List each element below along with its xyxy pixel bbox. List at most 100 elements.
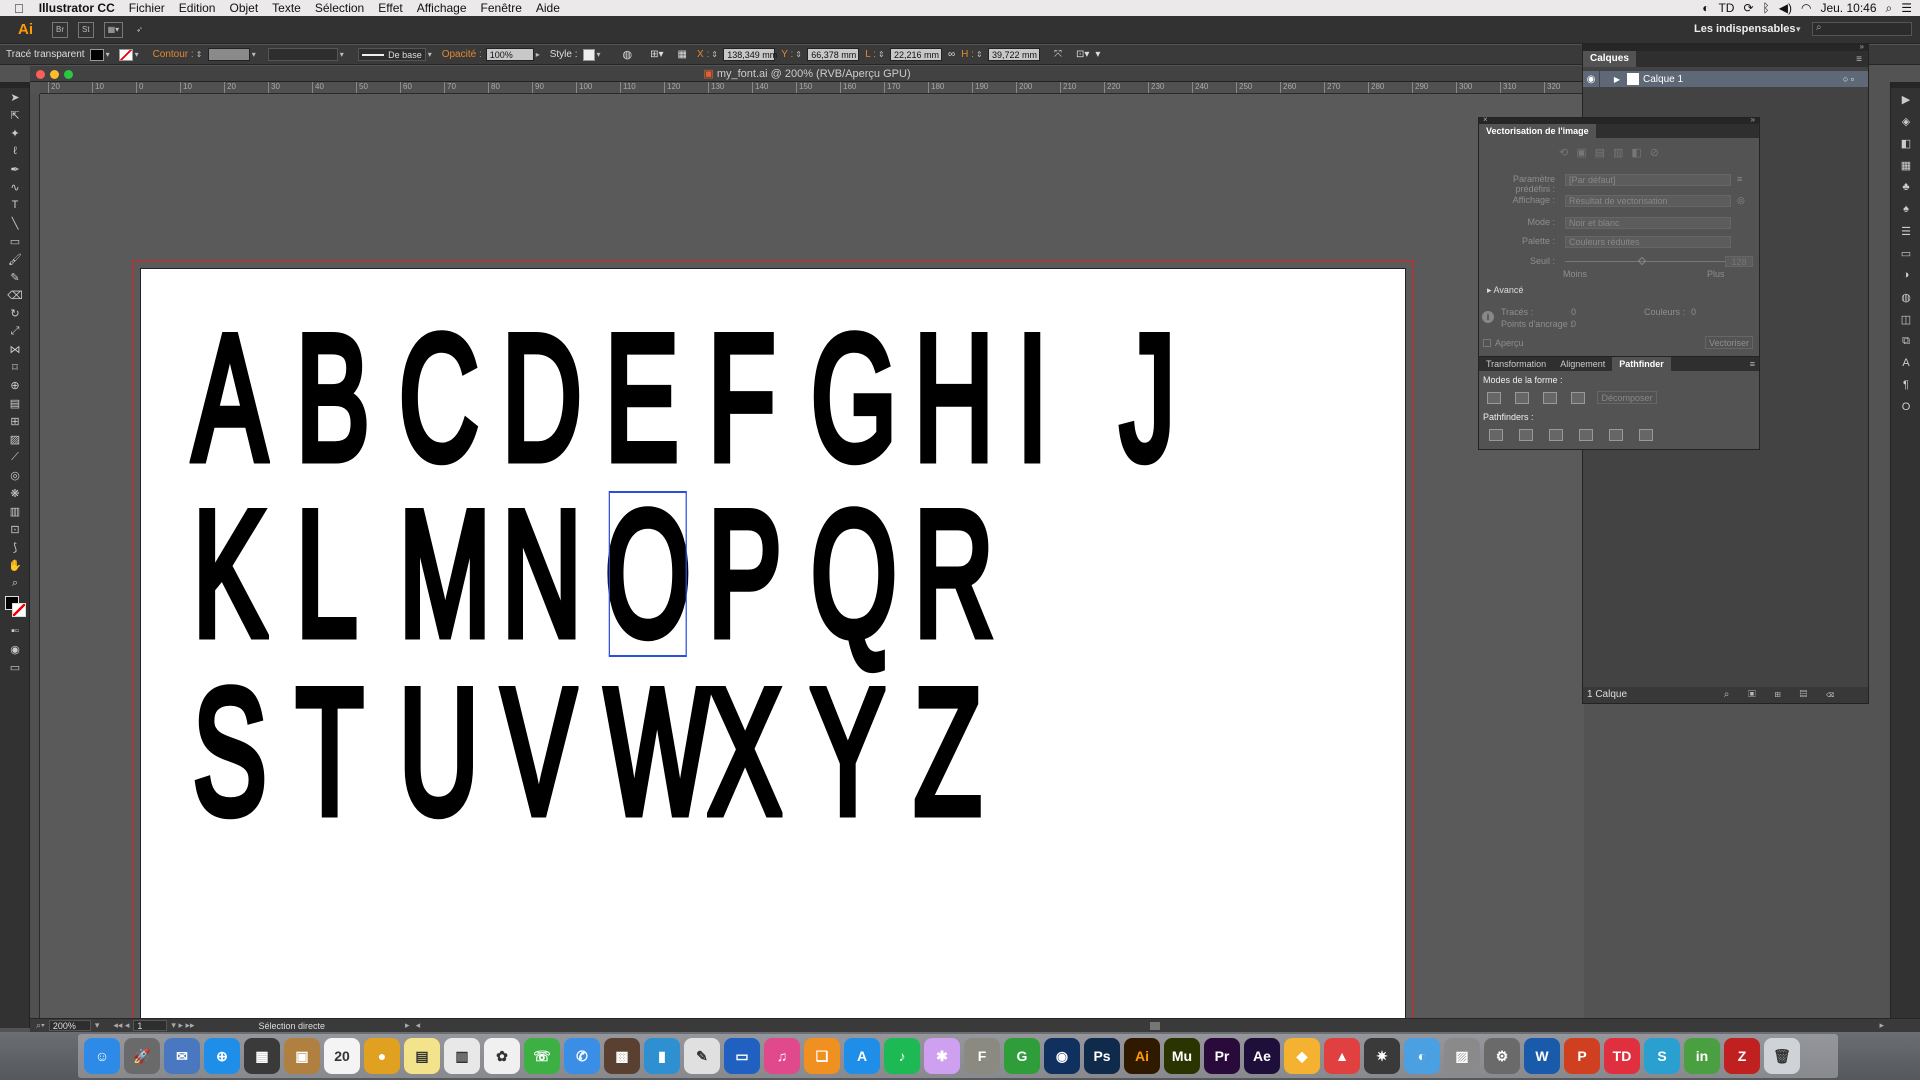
y-stepper-icon[interactable]: ⇕ [795,50,803,59]
slice-tool-icon[interactable]: ⟆ [0,538,30,556]
vertical-ruler[interactable] [30,94,40,1018]
width-tool-icon[interactable]: ⋈ [0,340,30,358]
display-select[interactable]: Résultat de vectorisation [1565,195,1731,207]
y-field[interactable]: 66,378 mm [807,48,860,61]
height-stepper-icon[interactable]: ⇕ [976,50,984,59]
glyph[interactable]: T [293,658,366,845]
glyph[interactable]: V [499,658,578,845]
stroke-weight-dropdown-icon[interactable]: ▾ [252,50,260,59]
dock-app-icon[interactable]: ⊕ [204,1038,240,1074]
stroke-color-icon[interactable] [12,603,26,617]
layer-name[interactable]: Calque 1 [1643,74,1683,85]
threshold-field[interactable]: 128 [1725,256,1753,267]
glyph[interactable]: D [499,304,584,491]
dock-app-icon[interactable]: ◆ [1284,1038,1320,1074]
blend-tool-icon[interactable]: ◎ [0,466,30,484]
lasso-tool-icon[interactable]: ℓ [0,142,30,160]
horizontal-scrollbar-thumb[interactable] [1150,1022,1160,1030]
dock-app-icon[interactable]: ✱ [924,1038,960,1074]
transform-icon[interactable]: ⤧ [1054,49,1062,60]
glyph[interactable]: Y [808,658,887,845]
scroll-left-icon[interactable]: ◂ [416,1020,421,1031]
symbol-sprayer-tool-icon[interactable]: ❋ [0,484,30,502]
dock-app-icon[interactable]: ▮ [644,1038,680,1074]
isolate-group-icon[interactable]: ⊡▾ [1076,49,1089,60]
glyph[interactable]: I [1014,304,1050,491]
menu-edition[interactable]: Edition [172,1,223,15]
dock-app-icon[interactable]: W [1524,1038,1560,1074]
character-icon[interactable]: A [1891,352,1920,374]
navigator-icon[interactable]: ▶ [1891,88,1920,110]
collapse-panel-icon[interactable]: » [1860,42,1864,51]
stock-button[interactable]: St [78,21,94,38]
transparency-icon[interactable]: ◑ [1891,264,1920,286]
rectangle-tool-icon[interactable]: ▭ [0,232,30,250]
sync-icon[interactable]: ⟳ [1743,1,1753,15]
dock-app-icon[interactable]: ✎ [684,1038,720,1074]
menu-fichier[interactable]: Fichier [122,1,172,15]
tab-image-trace[interactable]: Vectorisation de l'image [1479,124,1596,138]
horizontal-ruler[interactable]: 20 10 0 10 20 30 40 50 60 70 80 90 100 110 120 130 140 15… [40,82,1584,94]
stroke-swatch[interactable] [118,48,133,61]
glyph[interactable]: P [705,480,784,667]
close-panel-icon[interactable]: × [1483,115,1488,124]
fill-dropdown-icon[interactable]: ▾ [106,50,114,59]
apple-menu-icon[interactable]:  [0,1,32,16]
artboard-nav-next-icon[interactable]: ▾ ▸ ▸▸ [171,1020,194,1031]
type-tool-icon[interactable]: T [0,196,30,214]
dock-app-icon[interactable]: Mu [1164,1038,1200,1074]
dock-app-icon[interactable]: 🗑 [1764,1038,1800,1074]
layers-panel-grip[interactable]: » [1583,42,1868,51]
control-panel-menu-icon[interactable]: ▾ [1095,49,1100,60]
dock-app-icon[interactable]: ▨ [1444,1038,1480,1074]
trace-button[interactable]: Vectoriser [1705,336,1753,349]
direct-selection-tool-icon[interactable]: ⇱ [0,106,30,124]
dock-app-icon[interactable]: ▲ [1324,1038,1360,1074]
menu-affichage[interactable]: Affichage [410,1,474,15]
layers-footer-actions[interactable]: ⌕ ▣ ⊞ ▤ ⌫ [1724,687,1842,703]
dock-app-icon[interactable]: ◉ [1044,1038,1080,1074]
eyedropper-tool-icon[interactable]: ⟋ [0,448,30,466]
adobe-cc-icon[interactable]: ◐ [1702,1,1709,15]
minus-front-icon[interactable] [1515,392,1529,404]
dock-app-icon[interactable]: ▣ [284,1038,320,1074]
dock-app-icon[interactable]: ▭ [724,1038,760,1074]
shape-builder-tool-icon[interactable]: ⊕ [0,376,30,394]
paintbrush-tool-icon[interactable]: 🖌 [0,250,30,268]
arrange-documents-icon[interactable]: ▦▾ [103,21,124,38]
glyph[interactable]: B [293,304,372,491]
notification-center-icon[interactable]: ☰ [1901,1,1912,15]
exclude-icon[interactable] [1571,392,1585,404]
status-menu-icon[interactable]: ▸ [405,1020,410,1031]
preset-select[interactable]: [Par défaut] [1565,174,1731,186]
curvature-tool-icon[interactable]: ∿ [0,178,30,196]
wifi-icon[interactable]: ◠ [1801,1,1811,15]
dock-app-icon[interactable]: Ps [1084,1038,1120,1074]
stroke-dropdown-icon[interactable]: ▾ [135,50,143,59]
appearance-icon[interactable]: ◍ [1891,286,1920,308]
dock-app-icon[interactable]: ▥ [444,1038,480,1074]
status-tool-label[interactable]: Sélection directe [259,1021,326,1031]
image-trace-grip[interactable]: × » [1479,115,1759,124]
glyph[interactable]: E [602,304,681,491]
target-icon[interactable]: ○ ▫ [1843,74,1854,84]
contour-label[interactable]: Contour : [153,49,194,60]
pencil-tool-icon[interactable]: ✎ [0,268,30,286]
line-tool-icon[interactable]: ╲ [0,214,30,232]
glyph[interactable]: A [190,304,269,491]
dock-app-icon[interactable]: ⚙ [1484,1038,1520,1074]
zoom-window-icon[interactable] [64,70,73,79]
dock-app-icon[interactable]: ❑ [804,1038,840,1074]
glyph[interactable]: C [396,304,481,491]
glyph[interactable]: K [190,480,269,667]
opacity-field[interactable]: 100% [485,48,534,61]
preset-menu-icon[interactable]: ≡ [1737,174,1742,184]
eraser-tool-icon[interactable]: ⌫ [0,286,30,304]
artboard-field[interactable]: 1 [133,1020,168,1031]
width-field[interactable]: 22,216 mm [890,48,943,61]
column-graph-tool-icon[interactable]: ▥ [0,502,30,520]
dock-app-icon[interactable]: ♪ [884,1038,920,1074]
artboard-tool-icon[interactable]: ⊡ [0,520,30,538]
menu-selection[interactable]: Sélection [308,1,371,15]
crop-icon[interactable] [1579,429,1593,441]
